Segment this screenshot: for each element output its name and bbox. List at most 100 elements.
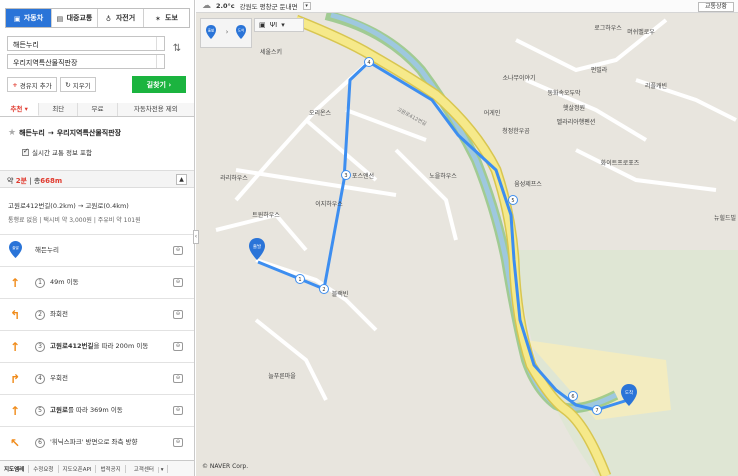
- place-label[interactable]: 청정한우곰: [502, 128, 530, 135]
- map-filter-bar: ▣ ΨΙ ▾: [254, 18, 304, 32]
- origin-input[interactable]: 해든누리: [7, 36, 165, 51]
- tab-shortest[interactable]: 최단: [39, 103, 79, 116]
- place-label[interactable]: 늘푸른마을: [268, 372, 296, 380]
- mini-route-graphic: 출발 › 도착: [206, 25, 246, 39]
- route-marker-1[interactable]: 1: [295, 274, 305, 284]
- place-label[interactable]: 동화속오두막: [547, 89, 581, 97]
- route-marker-3[interactable]: 3: [341, 170, 351, 180]
- restaurant-filter-icon[interactable]: ΨΙ: [270, 21, 278, 29]
- sidebar: ▣ 자동차 ▤ 대중교통 ♁ 자전거 ✶ 도보 해든누리 우리지역특산물직판장 ⇅ + 경…: [0, 0, 195, 476]
- step-3[interactable]: ↑ 3 고원로412번길을 따라 200m 이동 ⊖: [0, 330, 194, 362]
- destination-clear-handle[interactable]: [156, 55, 164, 68]
- place-label[interactable]: 포스앤선: [352, 172, 374, 180]
- step-1[interactable]: ↑ 1 49m 이동 ⊖: [0, 266, 194, 298]
- place-label[interactable]: 블랙빈: [332, 290, 349, 298]
- destination-input[interactable]: 우리지역특산물직판장: [7, 54, 165, 69]
- svg-text:7: 7: [595, 408, 598, 414]
- traffic-button[interactable]: 교통상황: [698, 2, 734, 12]
- footer-link-api[interactable]: 지도오픈API: [59, 464, 97, 473]
- cloud-icon: ☁: [202, 1, 211, 11]
- route-option-tabs: 추천 ▾ 최단 무료 자동차전용 제외: [0, 103, 194, 117]
- origin-clear-handle[interactable]: [156, 37, 164, 50]
- streetview-icon[interactable]: ⊖: [173, 374, 183, 383]
- place-label[interactable]: 이지하우스: [315, 200, 343, 208]
- realtime-traffic-checkbox[interactable]: 실시간 교통 정보 포함: [22, 147, 92, 157]
- mode-car-tab[interactable]: ▣ 자동차: [6, 9, 52, 27]
- place-label[interactable]: 오리온스: [309, 109, 332, 117]
- checkbox-icon: [22, 147, 29, 156]
- swap-icon[interactable]: ⇅: [170, 43, 184, 61]
- route-marker-2[interactable]: 2: [319, 284, 329, 294]
- route-summary: 약 2분 | 총668m ▲: [0, 170, 194, 188]
- route-marker-5[interactable]: 5: [508, 195, 518, 205]
- step-start[interactable]: 출발 해든누리 ⊖: [0, 234, 194, 266]
- straight-arrow-icon: ↑: [10, 276, 21, 290]
- footer-link-report[interactable]: 수정요청: [29, 464, 59, 473]
- bus-filter-icon[interactable]: ▣: [259, 21, 266, 29]
- sidebar-collapse-handle[interactable]: ‹: [193, 230, 199, 244]
- place-label[interactable]: 햇살정원: [563, 104, 585, 112]
- step-4[interactable]: ↱ 4 우회전 ⊖: [0, 362, 194, 394]
- place-label[interactable]: 펀빌라: [591, 66, 608, 74]
- footer-link-legal[interactable]: 법적공지: [96, 464, 126, 473]
- chevron-down-icon[interactable]: ▾: [281, 21, 285, 29]
- route-marker-7[interactable]: 7: [592, 405, 602, 415]
- car-icon: ▣: [13, 14, 21, 23]
- step-2[interactable]: ↰ 2 좌회전 ⊖: [0, 298, 194, 330]
- start-pin-icon: 출발: [9, 241, 22, 258]
- tab-exclude-highway[interactable]: 자동차전용 제외: [118, 103, 194, 116]
- add-waypoint-button[interactable]: + 경유지 추가: [7, 77, 57, 92]
- place-label[interactable]: 라리하우스: [220, 174, 248, 182]
- route-marker-4[interactable]: 4: [364, 57, 374, 67]
- streetview-icon[interactable]: ⊖: [173, 342, 183, 351]
- streetview-icon[interactable]: ⊖: [173, 278, 183, 287]
- plus-icon: +: [12, 80, 18, 89]
- place-label[interactable]: 어게인: [484, 109, 501, 117]
- tab-recommended[interactable]: 추천 ▾: [0, 103, 40, 116]
- chevron-down-icon[interactable]: ▾: [302, 2, 311, 10]
- collapse-icon[interactable]: ▲: [176, 174, 187, 185]
- mode-transit-tab[interactable]: ▤ 대중교통: [52, 9, 98, 27]
- step-6[interactable]: ↖ 6 '휘닉스파크' 방면으로 좌측 방향 ⊖: [0, 426, 194, 458]
- mini-route-card[interactable]: 출발 › 도착: [200, 18, 252, 48]
- mode-walk-tab[interactable]: ✶ 도보: [144, 9, 189, 27]
- straight-arrow-icon: ↑: [10, 340, 21, 354]
- svg-text:4: 4: [367, 60, 370, 66]
- route-marker-6[interactable]: 6: [568, 391, 578, 401]
- place-label[interactable]: 소나무이야기: [502, 74, 535, 82]
- place-label[interactable]: 윰성제프스: [514, 180, 542, 188]
- streetview-icon[interactable]: ⊖: [173, 310, 183, 319]
- left-turn-icon: ↰: [10, 308, 21, 322]
- place-label[interactable]: 트윈하우스: [252, 211, 280, 219]
- footer-link-support[interactable]: 고객센터 ▾: [126, 464, 169, 473]
- place-label[interactable]: 뉴힐드빌: [714, 214, 736, 222]
- place-label[interactable]: 머쉬벨로우: [627, 28, 655, 36]
- svg-text:1: 1: [298, 277, 301, 283]
- place-label[interactable]: 벨라리아행펜션: [557, 118, 596, 126]
- star-icon[interactable]: ★: [8, 128, 16, 138]
- refresh-icon: ↻: [65, 80, 71, 89]
- map-canvas[interactable]: 1 2 3 4 5 6 7 출발 도착 로그하우스 머쉬벨로우 소나무이야기 동…: [196, 0, 738, 476]
- place-label[interactable]: 로그하우스: [594, 24, 622, 32]
- place-label[interactable]: 화이트프로포즈: [601, 159, 640, 167]
- place-label[interactable]: 세울스키: [260, 48, 282, 56]
- svg-text:2: 2: [322, 287, 325, 293]
- place-label[interactable]: 리플캐빈: [645, 82, 667, 90]
- place-label[interactable]: 노을하우스: [429, 172, 457, 180]
- map-view[interactable]: 1 2 3 4 5 6 7 출발 도착 로그하우스 머쉬벨로우 소나무이야기 동…: [196, 0, 738, 476]
- streetview-icon[interactable]: ⊖: [173, 406, 183, 415]
- mode-bike-tab[interactable]: ♁ 자전거: [98, 9, 144, 27]
- clear-button[interactable]: ↻ 지우기: [60, 77, 96, 92]
- footer-link-legend[interactable]: 지도엠레: [0, 464, 30, 473]
- map-topbar: ☁ 2.0°c 강원도 평창군 둔내면 ▾ 교통상황: [196, 0, 738, 13]
- bicycle-icon: ♁: [105, 14, 111, 23]
- find-route-button[interactable]: 길찾기 ›: [132, 76, 186, 93]
- tab-free[interactable]: 무료: [78, 103, 118, 116]
- streetview-icon[interactable]: ⊖: [173, 246, 183, 255]
- step-5[interactable]: ↑ 5 고원로를 따라 369m 이동 ⊖: [0, 394, 194, 426]
- route-steps-list: 출발 해든누리 ⊖ ↑ 1 49m 이동 ⊖ ↰ 2 좌회전 ⊖ ↑ 3 고원로…: [0, 234, 194, 458]
- right-turn-icon: ↱: [10, 372, 21, 386]
- bus-icon: ▤: [56, 14, 64, 23]
- streetview-icon[interactable]: ⊖: [173, 438, 183, 447]
- svg-text:›: ›: [226, 28, 229, 36]
